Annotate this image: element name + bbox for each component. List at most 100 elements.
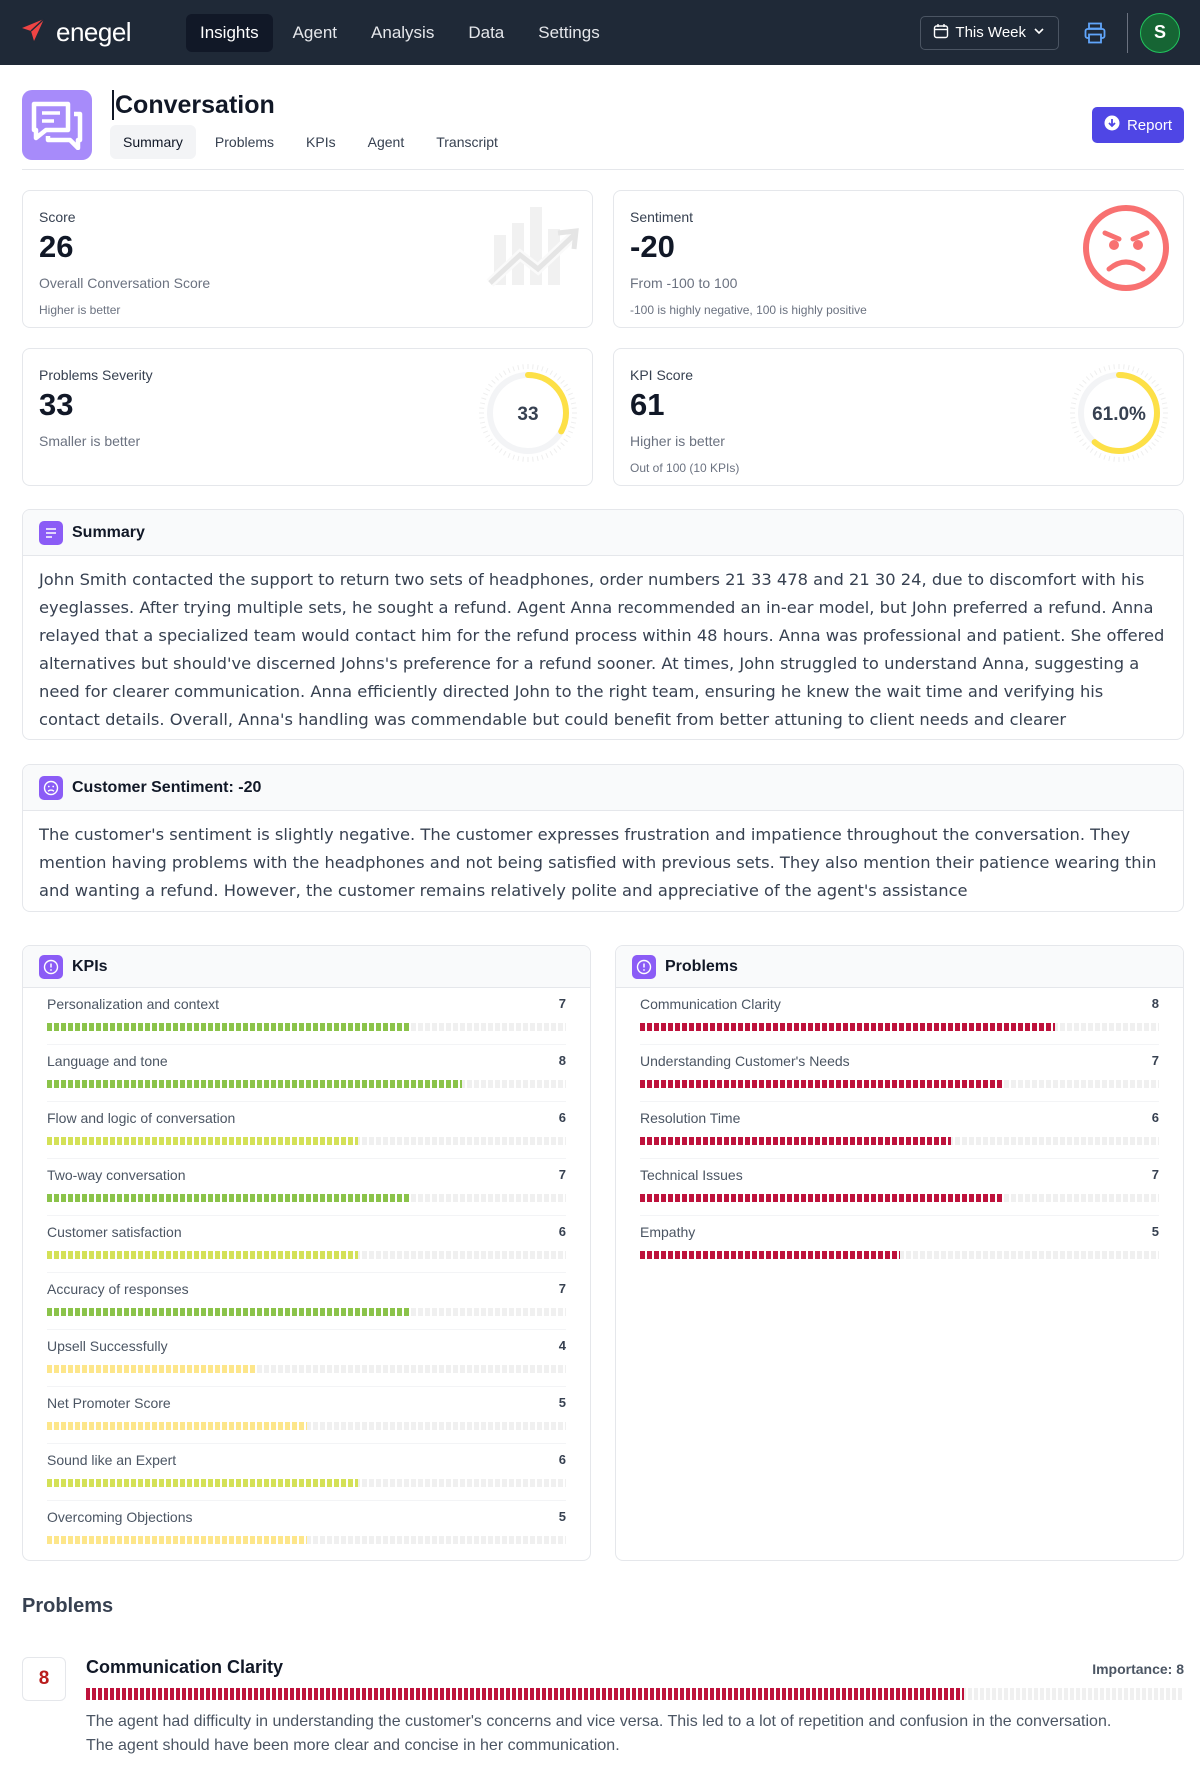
tab-kpis[interactable]: KPIs xyxy=(293,125,349,159)
gauge-tick xyxy=(479,421,486,424)
main-nav-tabs: Insights Agent Analysis Data Settings xyxy=(186,13,614,52)
gauge-tick xyxy=(1070,421,1077,424)
problem-value: 7 xyxy=(1151,1167,1159,1182)
gauge-tick xyxy=(565,434,571,438)
kpi-gauge: 61.0% xyxy=(1070,364,1168,462)
report-button[interactable]: Report xyxy=(1091,107,1184,143)
gauge-tick xyxy=(1089,448,1094,453)
severity-label: Problems Severity xyxy=(39,367,153,383)
kpi-bar-fill xyxy=(47,1479,359,1487)
gauge-tick xyxy=(503,450,507,456)
gauge-tick xyxy=(541,454,544,460)
download-icon xyxy=(1104,115,1120,135)
problem-row[interactable]: Understanding Customer's Needs 7 xyxy=(640,1045,1159,1102)
severity-subtitle: Smaller is better xyxy=(39,433,141,449)
gauge-tick xyxy=(557,445,562,450)
printer-icon[interactable] xyxy=(1081,19,1109,47)
tab-problems[interactable]: Problems xyxy=(202,125,287,159)
gauge-tick xyxy=(517,455,520,462)
problem-label: Communication Clarity xyxy=(640,996,781,1012)
kpi-row[interactable]: Flow and logic of conversation 6 xyxy=(47,1102,566,1159)
kpi-bar-fill xyxy=(47,1080,463,1088)
gauge-tick xyxy=(512,454,515,460)
sentiment-card: Sentiment -20 From -100 to 100 -100 is h… xyxy=(613,190,1184,328)
gauge-tick xyxy=(532,364,534,370)
tab-agent[interactable]: Agent xyxy=(355,125,418,159)
problem-bar-fill xyxy=(640,1251,900,1259)
kpi-bar-fill xyxy=(47,1194,411,1202)
user-avatar[interactable]: S xyxy=(1140,12,1180,53)
kpi-label: Sound like an Expert xyxy=(47,1452,177,1468)
problem-row[interactable]: Communication Clarity 8 xyxy=(640,988,1159,1045)
kpi-row[interactable]: Overcoming Objections 5 xyxy=(47,1501,566,1558)
customer-sentiment-header: Customer Sentiment: -20 xyxy=(23,765,1183,811)
conversation-tabs: Summary Problems KPIs Agent Transcript xyxy=(110,125,511,159)
nav-tab-insights[interactable]: Insights xyxy=(186,13,273,52)
kpi-value: 4 xyxy=(558,1338,566,1353)
gauge-tick xyxy=(1123,456,1125,462)
score-value: 26 xyxy=(39,229,74,264)
date-filter-dropdown[interactable]: This Week xyxy=(920,15,1059,50)
sad-face-icon xyxy=(39,775,63,800)
gauge-tick xyxy=(563,383,568,388)
tab-summary[interactable]: Summary xyxy=(110,125,196,159)
gauge-tick xyxy=(1079,383,1084,388)
problem-bar-fill xyxy=(640,1080,1004,1088)
score-label: Score xyxy=(39,209,76,225)
chevron-down-icon xyxy=(1032,24,1046,42)
kpi-row[interactable]: Net Promoter Score 5 xyxy=(47,1387,566,1444)
gauge-tick xyxy=(545,452,549,458)
kpi-row[interactable]: Language and tone 8 xyxy=(47,1045,566,1102)
customer-sentiment-title: Customer Sentiment: -20 xyxy=(72,778,262,796)
gauge-tick xyxy=(1144,448,1149,453)
problem-row[interactable]: Technical Issues 7 xyxy=(640,1159,1159,1216)
kpi-row[interactable]: Customer satisfaction 6 xyxy=(47,1216,566,1273)
paper-plane-icon xyxy=(20,17,46,48)
gauge-tick xyxy=(1098,452,1102,458)
gauge-tick xyxy=(483,430,489,434)
gauge-tick xyxy=(494,445,499,450)
gauge-tick xyxy=(549,450,553,456)
kpi-row[interactable]: Upsell Successfully 4 xyxy=(47,1330,566,1387)
summary-section: Summary John Smith contacted the support… xyxy=(22,509,1184,740)
gauge-tick xyxy=(507,452,511,458)
kpi-bar-fill xyxy=(47,1251,359,1259)
kpi-row[interactable]: Sound like an Expert 6 xyxy=(47,1444,566,1501)
problem-value: 7 xyxy=(1151,1053,1159,1068)
gauge-tick xyxy=(1151,379,1156,384)
problem-row[interactable]: Resolution Time 6 xyxy=(640,1102,1159,1159)
kpi-label: Customer satisfaction xyxy=(47,1224,182,1240)
problem-bar xyxy=(640,1251,1159,1259)
gauge-tick xyxy=(571,407,577,409)
kpi-row[interactable]: Accuracy of responses 7 xyxy=(47,1273,566,1330)
kpis-title: KPIs xyxy=(72,957,108,975)
kpi-row[interactable]: Personalization and context 7 xyxy=(47,988,566,1045)
brand[interactable]: enegel xyxy=(20,17,160,48)
tab-transcript[interactable]: Transcript xyxy=(423,125,511,159)
severity-gauge-text: 33 xyxy=(517,404,538,425)
gauge-tick xyxy=(570,421,577,424)
nav-tab-settings[interactable]: Settings xyxy=(524,14,613,52)
nav-tab-agent[interactable]: Agent xyxy=(279,14,351,52)
kpi-row[interactable]: Two-way conversation 7 xyxy=(47,1159,566,1216)
nav-tab-data[interactable]: Data xyxy=(454,14,518,52)
gauge-tick xyxy=(1158,430,1164,434)
gauge-tick xyxy=(1127,455,1130,462)
problem-detail-item[interactable]: 8 Communication Clarity Importance: 8 Th… xyxy=(22,1655,1184,1760)
gauge-tick xyxy=(1132,366,1135,372)
kpi-bar-fill xyxy=(47,1365,255,1373)
kpi-bar xyxy=(47,1422,566,1430)
kpi-bar xyxy=(47,1194,566,1202)
date-filter-label: This Week xyxy=(955,24,1026,41)
gauge-tick xyxy=(569,397,575,400)
gauge-tick xyxy=(553,448,558,453)
nav-tab-analysis[interactable]: Analysis xyxy=(357,14,448,52)
report-label: Report xyxy=(1126,116,1172,134)
kpi-bar xyxy=(47,1536,566,1544)
problem-row[interactable]: Empathy 5 xyxy=(640,1216,1159,1273)
problem-label: Understanding Customer's Needs xyxy=(640,1053,850,1069)
gauge-tick xyxy=(491,442,496,447)
problem-value: 6 xyxy=(1151,1110,1159,1125)
kpi-bar-fill xyxy=(47,1422,307,1430)
top-navbar: enegel Insights Agent Analysis Data Sett… xyxy=(0,0,1200,65)
